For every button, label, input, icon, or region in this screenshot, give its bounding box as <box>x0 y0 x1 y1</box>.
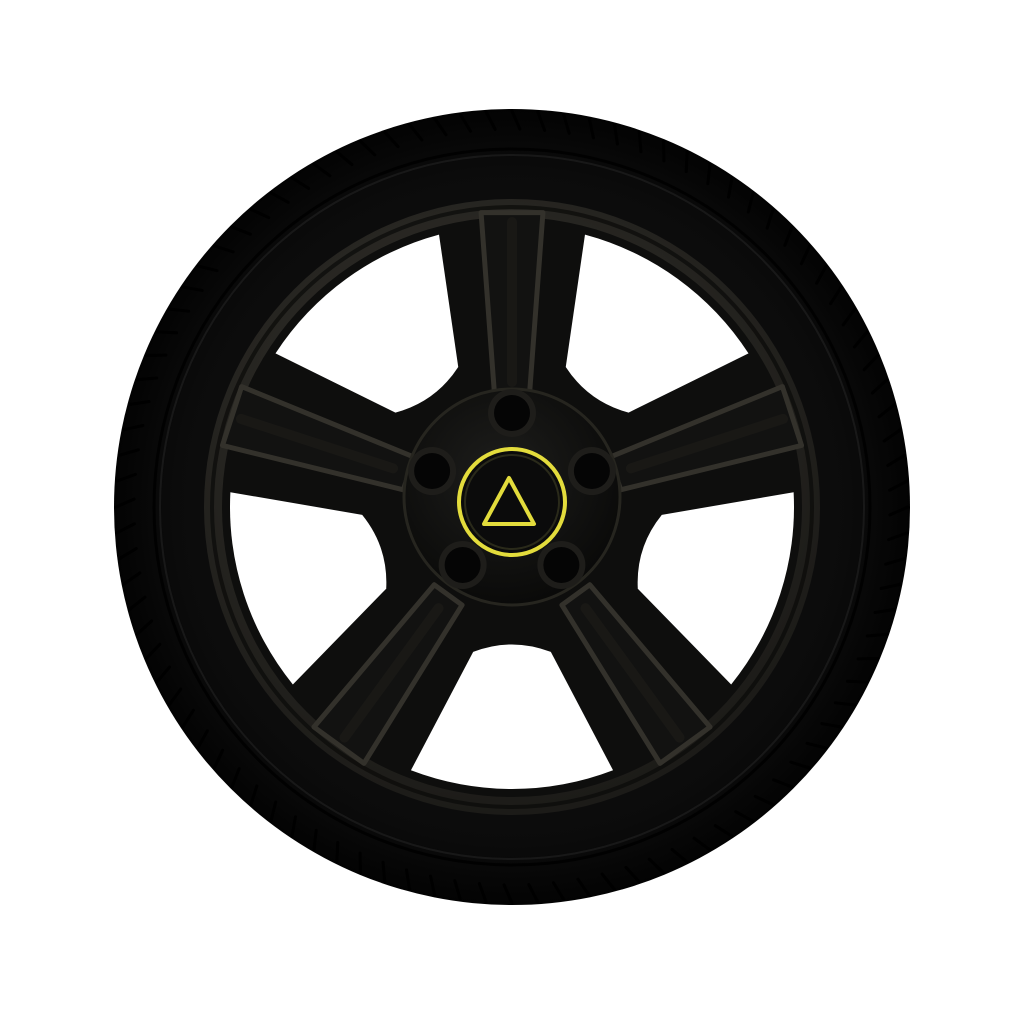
tread-groove <box>335 840 340 864</box>
wheel-illustration <box>114 109 910 905</box>
lug-hole <box>543 546 580 583</box>
lug-hole <box>414 453 451 490</box>
lug-hole <box>494 395 530 431</box>
tread-groove <box>684 150 689 174</box>
tread-groove <box>381 860 387 884</box>
tread-groove <box>845 679 869 684</box>
tread-groove <box>865 632 889 638</box>
tread-groove <box>135 376 159 382</box>
hub-cap <box>457 447 567 557</box>
wheel-image <box>0 0 1024 1024</box>
tread-groove <box>637 130 643 154</box>
lug-hole <box>573 453 610 490</box>
lug-hole <box>444 546 481 583</box>
tread-groove <box>155 330 179 335</box>
